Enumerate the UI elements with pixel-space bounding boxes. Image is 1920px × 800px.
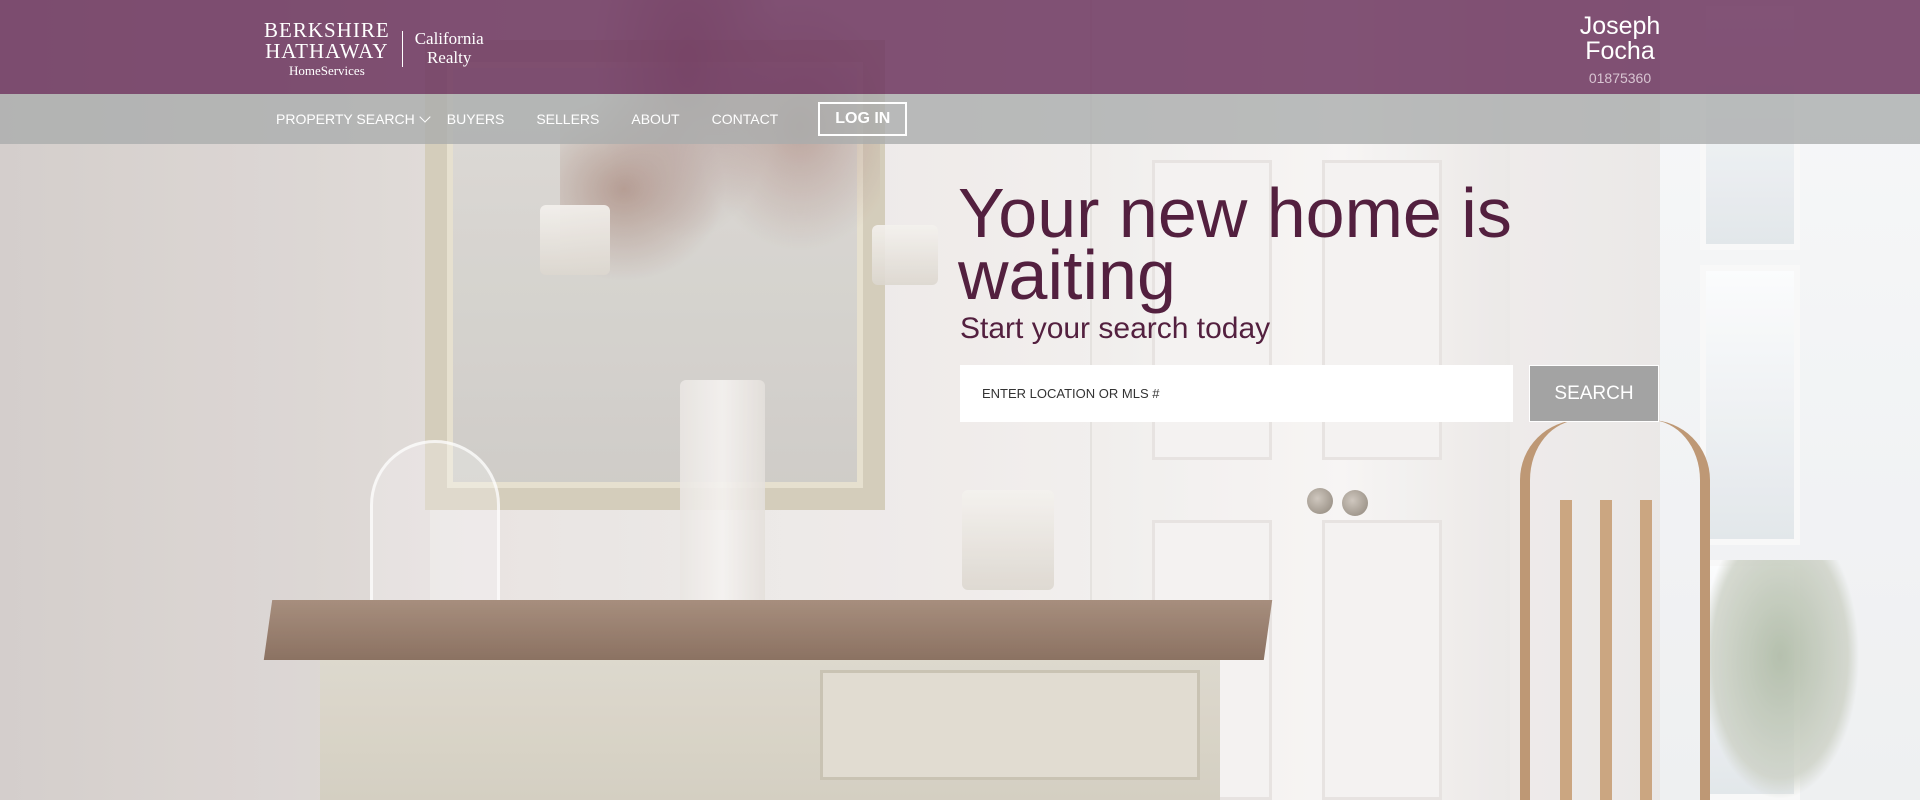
nav-buyers[interactable]: BUYERS [447, 111, 505, 127]
agent-last-name: Focha [1585, 37, 1655, 65]
nav-items: PROPERTY SEARCH BUYERS SELLERS ABOUT CON… [276, 94, 908, 144]
logo-divider [401, 30, 403, 67]
search-button[interactable]: SEARCH [1529, 365, 1659, 422]
chevron-down-icon [419, 110, 431, 123]
search-input[interactable] [960, 365, 1513, 422]
nav-property-search[interactable]: PROPERTY SEARCH [276, 110, 431, 127]
main-nav: PROPERTY SEARCH BUYERS SELLERS ABOUT CON… [0, 94, 1920, 144]
brand-logo[interactable]: BERKSHIRE HATHAWAY HomeServices Californ… [264, 18, 484, 78]
logo-region-line-1: California [414, 28, 484, 48]
nav-property-search-label: PROPERTY SEARCH [276, 111, 415, 127]
hero-headline: Your new home is waiting [958, 174, 1512, 314]
logo-line-2: HATHAWAY [265, 39, 389, 63]
agent-info: Joseph Focha 01875360 [1560, 12, 1680, 87]
top-header: BERKSHIRE HATHAWAY HomeServices Californ… [0, 0, 1920, 94]
logo-wordmark: BERKSHIRE HATHAWAY HomeServices [264, 18, 390, 78]
logo-region-line-2: Realty [426, 47, 472, 67]
nav-about[interactable]: ABOUT [631, 111, 679, 127]
logo-line-1: BERKSHIRE [264, 18, 390, 42]
nav-sellers[interactable]: SELLERS [536, 111, 599, 127]
agent-first-name: Joseph [1579, 12, 1661, 40]
logo-line-3: HomeServices [288, 63, 365, 78]
logo-region: California Realty [414, 28, 484, 67]
hero-subheadline: Start your search today [960, 312, 1271, 345]
agent-license-number: 01875360 [1588, 70, 1652, 86]
nav-contact[interactable]: CONTACT [712, 111, 779, 127]
login-button[interactable]: LOG IN [818, 102, 908, 136]
